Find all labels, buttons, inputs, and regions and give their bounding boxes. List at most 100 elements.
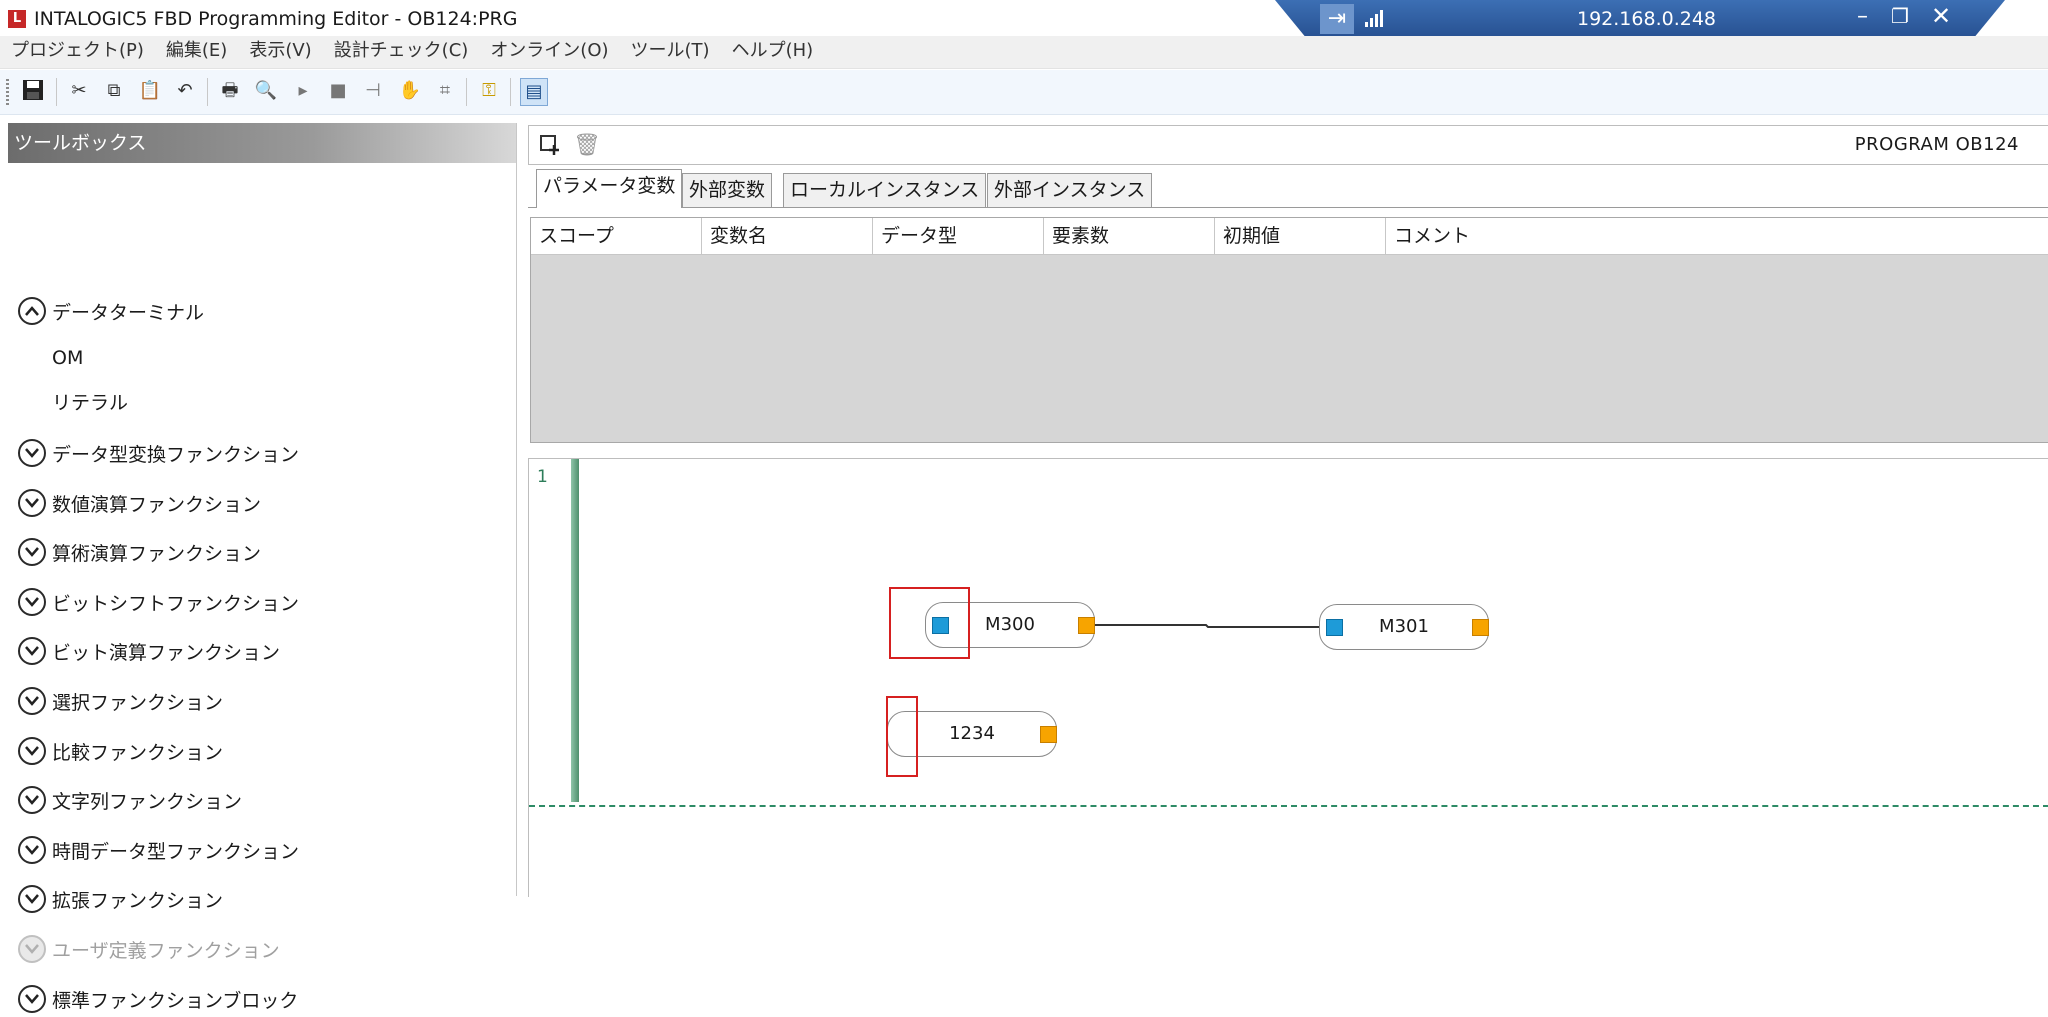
trash-icon[interactable]: 🗑 [573,133,601,158]
toolbox-category-label: ビット演算ファンクション [52,641,281,664]
toolbar: ✂ ⧉ 📋 ↶ 🖶 🔍 ▸ ■ ⊣ ✋ ⌗ ⚿ ▤ [0,70,2048,115]
toolbox-category-label: 拡張ファンクション [52,889,224,912]
run-icon[interactable]: ▸ [290,78,316,104]
menu-bar: プロジェクト(P) 編集(E) 表示(V) 設計チェック(C) オンライン(O)… [0,36,2048,69]
toolbox-category[interactable]: 文字列ファンクション [18,782,242,818]
copy-icon[interactable]: ⧉ [101,78,127,104]
chevron-down-icon[interactable] [18,588,46,616]
chevron-down-icon[interactable] [18,985,46,1013]
toolbox-category-label: 算術演算ファンクション [52,542,262,565]
chevron-down-icon[interactable] [18,935,46,963]
variable-table: スコープ 変数名 データ型 要素数 初期値 コメント [530,217,2048,443]
toolbox-category[interactable]: ビット演算ファンクション [18,633,280,669]
tab-external-variables[interactable]: 外部変数 [682,173,773,207]
col-variable-name[interactable]: 変数名 [702,218,873,254]
tab-local-instances[interactable]: ローカルインスタンス [783,173,987,207]
toolbox-panel: ツールボックス データターミナル OM リテラル データ型変換ファンクション 数値… [8,123,517,1013]
toolbox-category[interactable]: 選択ファンクション [18,683,223,719]
connection-wire [1092,624,1321,628]
menu-help[interactable]: ヘルプ(H) [721,36,825,68]
undo-icon[interactable]: ↶ [172,78,198,104]
toolbox-category-label: 比較ファンクション [52,741,224,764]
fbd-canvas[interactable]: 1 M300 M301 1234 [528,458,2048,897]
chevron-down-icon[interactable] [18,637,46,665]
col-initial-value[interactable]: 初期値 [1215,218,1386,254]
chevron-down-icon[interactable] [18,489,46,517]
output-pin[interactable] [1078,617,1095,634]
toolbox-category-label: 標準ファンクションブロック [52,989,299,1012]
tab-parameter-variables[interactable]: パラメータ変数 [536,169,683,208]
col-comment[interactable]: コメント [1386,218,2048,254]
category-data-terminal[interactable]: データターミナル [18,293,204,329]
toolbox-category-label: ビットシフトファンクション [52,592,300,615]
window-title: INTALOGIC5 FBD Programming Editor - OB12… [34,8,518,30]
chevron-down-icon[interactable] [18,538,46,566]
toolbox-category-label: 数値演算ファンクション [52,493,262,516]
output-pin[interactable] [1040,726,1057,743]
remote-ip-address: 192.168.0.248 [1577,8,1717,30]
toolbox-category[interactable]: 数値演算ファンクション [18,485,261,521]
program-header-bar: 🗑 PROGRAM OB124 [528,125,2048,165]
program-name: PROGRAM OB124 [1854,134,2019,155]
input-pin[interactable] [1326,619,1343,636]
document-list-icon[interactable]: ▤ [520,78,548,106]
rung-end-line [529,805,2048,807]
app-logo-icon: L [8,10,26,28]
toolbox-category[interactable]: 拡張ファンクション [18,881,223,917]
toolbox-category[interactable]: 時間データ型ファンクション [18,832,299,868]
menu-tools[interactable]: ツール(T) [620,36,721,68]
step-icon[interactable]: ⊣ [360,78,386,104]
main-editor: 🗑 PROGRAM OB124 パラメータ変数 外部変数 ローカルインスタンス … [526,123,2048,897]
add-icon[interactable] [539,134,561,156]
minimize-icon[interactable]: – [1857,4,1868,29]
chevron-down-icon[interactable] [18,836,46,864]
stop-icon[interactable]: ■ [325,78,351,104]
toolbox-category[interactable]: ユーザ定義ファンクション [18,931,280,967]
menu-edit[interactable]: 編集(E) [155,36,238,68]
toolbar-grip[interactable] [6,79,9,105]
restore-icon[interactable]: ❐ [1891,4,1909,28]
signal-bars-icon [1365,10,1383,27]
menu-view[interactable]: 表示(V) [238,36,322,68]
hand-icon[interactable]: ✋ [397,78,423,104]
highlight-box-literal-input [886,696,918,777]
toolbox-category[interactable]: 標準ファンクションブロック [18,981,298,1017]
toolbox-category-label: 文字列ファンクション [52,790,243,813]
col-element-count[interactable]: 要素数 [1044,218,1215,254]
tab-external-instances[interactable]: 外部インスタンス [987,173,1153,207]
variable-tabs: パラメータ変数 外部変数 ローカルインスタンス 外部インスタンス [528,167,2048,208]
close-icon[interactable]: ✕ [1931,2,1951,30]
col-data-type[interactable]: データ型 [873,218,1044,254]
monitor-icon[interactable]: ⌗ [432,78,458,104]
chevron-down-icon[interactable] [18,687,46,715]
toolbox-category-label: ユーザ定義ファンクション [52,939,280,962]
menu-online[interactable]: オンライン(O) [479,36,619,68]
toolbox-category[interactable]: データ型変換ファンクション [18,435,299,471]
pin-icon[interactable]: ⇥ [1320,4,1354,34]
chevron-up-icon[interactable] [18,297,46,325]
print-preview-icon[interactable]: 🔍 [253,78,279,104]
key-icon[interactable]: ⚿ [476,78,502,104]
chevron-down-icon[interactable] [18,885,46,913]
menu-project[interactable]: プロジェクト(P) [0,36,155,68]
print-icon[interactable]: 🖶 [217,78,243,104]
cut-icon[interactable]: ✂ [66,78,92,104]
fbd-block-m301[interactable]: M301 [1319,604,1489,650]
toolbox-category[interactable]: 算術演算ファンクション [18,534,261,570]
menu-design-check[interactable]: 設計チェック(C) [323,36,480,68]
output-pin[interactable] [1472,619,1489,636]
paste-icon[interactable]: 📋 [137,78,163,104]
toolbox-title: ツールボックス [8,123,516,163]
chevron-down-icon[interactable] [18,439,46,467]
save-icon[interactable] [20,78,46,104]
toolbox-category-label: データ型変換ファンクション [52,443,300,466]
col-scope[interactable]: スコープ [531,218,702,254]
toolbox-category[interactable]: ビットシフトファンクション [18,584,299,620]
chevron-down-icon[interactable] [18,737,46,765]
toolbox-category[interactable]: 比較ファンクション [18,733,223,769]
toolbox-item-om[interactable]: OM [52,347,83,369]
variable-table-header: スコープ 変数名 データ型 要素数 初期値 コメント [531,218,2048,255]
toolbox-item-literal[interactable]: リテラル [52,388,128,415]
chevron-down-icon[interactable] [18,786,46,814]
toolbox-category-label: 時間データ型ファンクション [52,840,300,863]
